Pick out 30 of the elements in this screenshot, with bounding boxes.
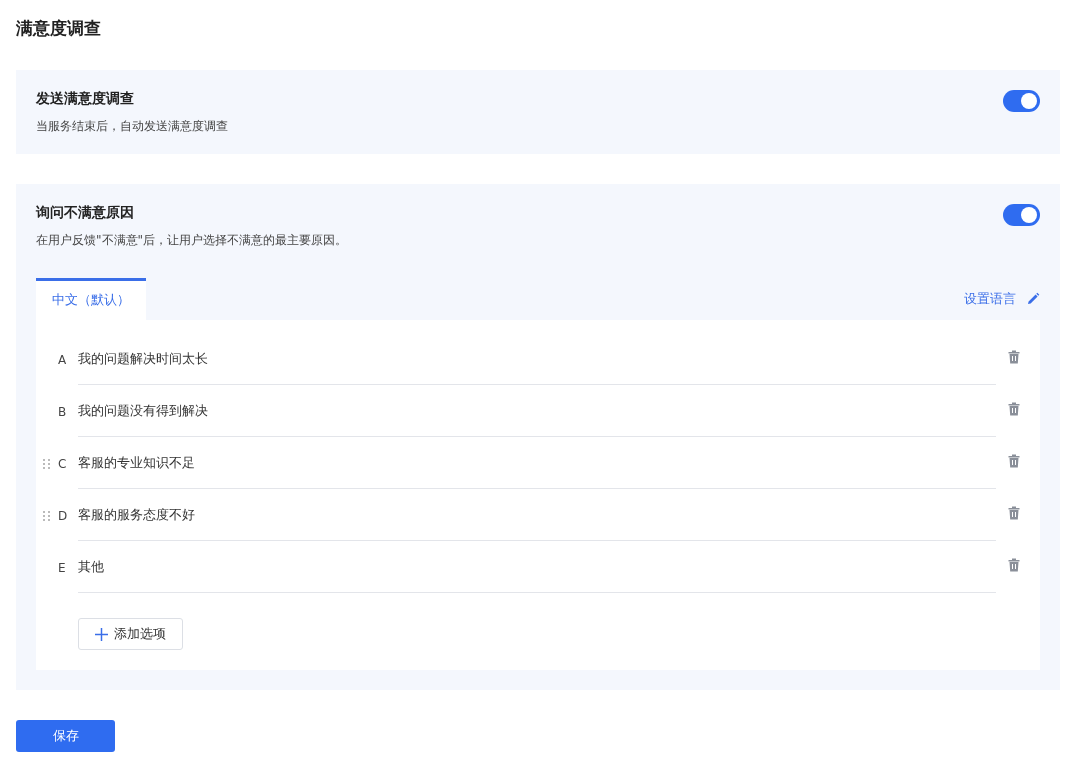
setting-description: 在用户反馈"不满意"后，让用户选择不满意的最主要原因。 [36,232,348,248]
option-letter: C [58,457,68,471]
option-letter: B [58,405,68,419]
setting-title: 询问不满意原因 [36,203,134,222]
option-input[interactable]: 我的问题没有得到解决 [78,386,996,437]
setting-title: 发送满意度调查 [36,89,134,108]
trash-icon[interactable] [1008,454,1020,468]
trash-icon[interactable] [1008,402,1020,416]
plus-icon [95,627,108,641]
option-input[interactable]: 客服的服务态度不好 [78,490,996,541]
option-letter: E [58,561,67,575]
option-input[interactable]: 其他 [78,542,996,593]
page-title: 满意度调查 [16,17,101,40]
save-button[interactable]: 保存 [16,720,115,752]
pencil-icon[interactable] [1026,292,1040,306]
option-letter: A [58,353,68,367]
option-input[interactable]: 我的问题解决时间太长 [78,334,996,385]
trash-icon[interactable] [1008,506,1020,520]
drag-handle-icon[interactable] [43,511,51,521]
option-input[interactable]: 客服的专业知识不足 [78,438,996,489]
drag-handle-icon[interactable] [43,459,51,469]
toggle-switch[interactable] [1003,90,1040,112]
setting-description: 当服务结束后，自动发送满意度调查 [36,118,228,134]
trash-icon[interactable] [1008,350,1020,364]
language-tab[interactable]: 中文（默认） [36,278,146,320]
add-option-button[interactable]: 添加选项 [78,618,183,650]
set-language-link[interactable]: 设置语言 [964,290,1016,308]
toggle-switch[interactable] [1003,204,1040,226]
option-letter: D [58,509,69,523]
trash-icon[interactable] [1008,558,1020,572]
